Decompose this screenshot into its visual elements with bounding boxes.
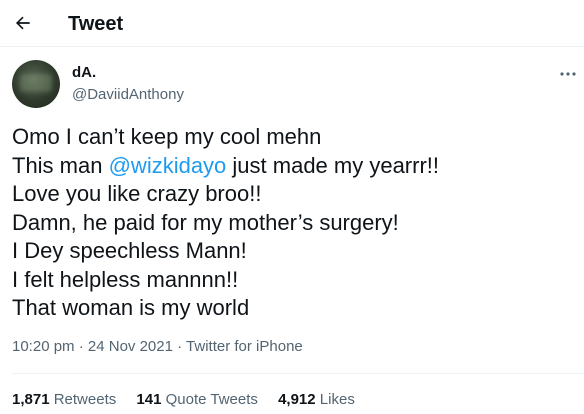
retweets-label: Retweets [53,391,117,408]
meta-separator: · [177,338,183,355]
author-handle[interactable]: @DaviidAnthony [72,85,184,105]
tweet-line-text: Omo I can’t keep my cool mehn [12,124,322,149]
tweet-line-text: just made my yearrr!! [226,152,440,178]
likes-stat[interactable]: 4,912 Likes [278,391,355,408]
tweet-line: I Dey speechless Mann! [12,237,572,266]
quotes-label: Quote Tweets [165,391,258,408]
engagement-stats: 1,871 Retweets 141 Quote Tweets 4,912 Li… [12,390,371,410]
mention-link[interactable]: @wizkidayo [109,153,227,178]
tweet-line-text: Love you like crazy broo!! [12,181,262,206]
avatar[interactable] [12,60,60,108]
more-options-button[interactable] [554,62,582,86]
tweet-line: Damn, he paid for my mother’s surgery! [12,209,572,238]
quotes-count: 141 [136,391,162,408]
tweet-line: That woman is my world [12,294,572,323]
tweet-line-text: This man [12,152,109,178]
author-display-name[interactable]: dA. [72,63,96,83]
more-horizontal-icon [560,72,576,76]
tweet-line: Love you like crazy broo!! [12,180,572,209]
tweet-source[interactable]: Twitter for iPhone [186,338,303,355]
tweet-line-text: I felt helpless mannnn!! [12,266,239,292]
tweet-date[interactable]: 24 Nov 2021 [88,338,173,355]
tweet-line: I felt helpless mannnn!! [12,266,572,295]
likes-count: 4,912 [278,391,316,408]
retweets-count: 1,871 [12,391,50,408]
tweet-text: Omo I can’t keep my cool mehn This man @… [12,123,572,323]
tweet-time[interactable]: 10:20 pm [12,338,75,355]
top-bar: Tweet [0,0,584,47]
quote-tweets-stat[interactable]: 141 Quote Tweets [136,391,257,408]
tweet-line-text: I Dey speechless Mann! [12,238,247,263]
retweets-stat[interactable]: 1,871 Retweets [12,391,116,408]
tweet-meta: 10:20 pm · 24 Nov 2021 · Twitter for iPh… [12,337,303,357]
meta-separator: · [78,338,84,355]
arrow-left-icon [15,16,30,30]
page-title: Tweet [68,13,124,35]
divider [12,373,584,374]
tweet-line: Omo I can’t keep my cool mehn [12,123,572,152]
likes-label: Likes [319,391,355,408]
tweet-line-text: That woman is my world [12,295,250,320]
back-button[interactable] [6,6,40,40]
tweet-line: This man @wizkidayo just made my yearrr!… [12,152,572,181]
tweet-line-text: Damn, he paid for my mother’s surgery! [12,209,399,235]
